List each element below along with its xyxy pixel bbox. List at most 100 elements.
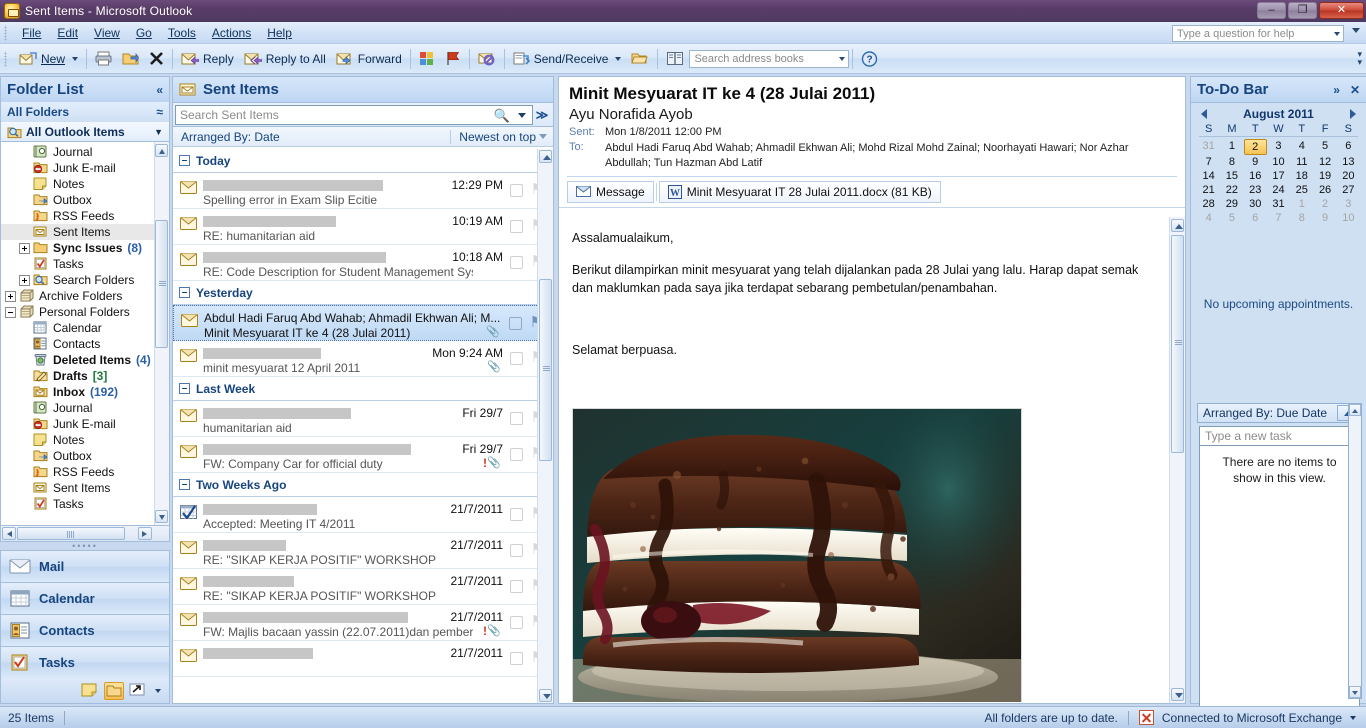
send-receive-caret-icon[interactable]: [615, 56, 622, 61]
calendar-day[interactable]: 6: [1244, 211, 1267, 225]
calendar-day[interactable]: 31: [1197, 139, 1220, 155]
calendar-day[interactable]: 8: [1290, 211, 1313, 225]
prev-month-arrow-icon[interactable]: [1201, 109, 1207, 119]
reminder-checkbox[interactable]: [510, 448, 523, 461]
calendar-day[interactable]: 28: [1197, 197, 1220, 211]
message-group-header[interactable]: Today: [173, 149, 553, 173]
new-dropdown-caret-icon[interactable]: [72, 56, 79, 61]
close-x-icon[interactable]: ✕: [1350, 83, 1360, 97]
message-list-item[interactable]: 12:29 PM Spelling error in Exam Slip Ecit…: [173, 173, 553, 209]
calendar-day[interactable]: 14: [1197, 169, 1220, 183]
next-month-arrow-icon[interactable]: [1350, 109, 1356, 119]
scroll-down-arrow-icon[interactable]: [1349, 686, 1361, 698]
folder-item-inbox[interactable]: Inbox (192): [1, 384, 169, 400]
message-list-item[interactable]: 10:19 AMRE: humanitarian aid⚑: [173, 209, 553, 245]
print-button[interactable]: [90, 47, 117, 71]
chevron-down-icon[interactable]: [518, 112, 526, 118]
attachment-chip[interactable]: W Minit Mesyuarat IT 28 Julai 2011.docx …: [658, 180, 941, 203]
message-list-scrollbar[interactable]: [537, 149, 553, 703]
message-group-header[interactable]: Last Week: [173, 377, 553, 401]
notes-small-icon[interactable]: [80, 682, 100, 700]
folder-item-tasks[interactable]: Tasks: [1, 496, 169, 512]
calendar-day[interactable]: 27: [1337, 183, 1360, 197]
message-list-item[interactable]: 10:18 AM RE: Code Description for Student…: [173, 245, 553, 281]
hscroll-thumb[interactable]: [17, 527, 125, 540]
calendar-day[interactable]: 4: [1290, 139, 1313, 155]
shortcuts-small-icon[interactable]: [128, 682, 148, 700]
module-button-mail[interactable]: Mail: [0, 550, 170, 582]
calendar-day[interactable]: 12: [1313, 155, 1336, 169]
scroll-up-arrow-icon[interactable]: [155, 144, 168, 157]
reminder-checkbox[interactable]: [510, 352, 523, 365]
reading-pane-scrollbar[interactable]: [1169, 217, 1185, 703]
sort-order-label[interactable]: Newest on top: [459, 130, 536, 144]
message-group-header[interactable]: Two Weeks Ago: [173, 473, 553, 497]
reminder-checkbox[interactable]: [510, 616, 523, 629]
folder-item-search-folders[interactable]: Search Folders: [1, 272, 169, 288]
scroll-down-arrow-icon[interactable]: [539, 689, 552, 702]
all-folders-section-header[interactable]: All Folders ≈: [0, 102, 170, 122]
folder-item-archive-folders[interactable]: Archive Folders: [1, 288, 169, 304]
new-task-input[interactable]: Type a new task: [1199, 426, 1360, 446]
calendar-day[interactable]: 22: [1220, 183, 1243, 197]
calendar-day[interactable]: 29: [1220, 197, 1243, 211]
connection-caret-icon[interactable]: [1350, 715, 1356, 720]
message-list-scroll-thumb[interactable]: [539, 279, 552, 461]
tab-message[interactable]: Message: [567, 180, 654, 203]
menu-item-help[interactable]: Help: [259, 24, 300, 42]
folder-item-notes[interactable]: Notes: [1, 176, 169, 192]
menu-item-tools[interactable]: Tools: [160, 24, 204, 42]
calendar-day[interactable]: 5: [1313, 139, 1336, 155]
folder-tree-scroll-thumb[interactable]: [155, 220, 168, 348]
calendar-day[interactable]: 18: [1290, 169, 1313, 183]
calendar-day[interactable]: 7: [1197, 155, 1220, 169]
folder-item-drafts[interactable]: Drafts [3]: [1, 368, 169, 384]
calendar-day[interactable]: 21: [1197, 183, 1220, 197]
scope-caret-icon[interactable]: ▼: [154, 127, 163, 137]
module-button-calendar[interactable]: Calendar: [0, 582, 170, 614]
message-list-item[interactable]: Abdul Hadi Faruq Abd Wahab; Ahmadil Ekhw…: [173, 305, 553, 341]
toolbar-gripper-icon[interactable]: [3, 50, 12, 67]
calendar-day[interactable]: 30: [1244, 197, 1267, 211]
open-folder-button[interactable]: [626, 47, 654, 71]
menu-gripper-icon[interactable]: [3, 24, 12, 41]
message-list-item[interactable]: Fri 29/7 FW: Company Car for official dut…: [173, 437, 553, 473]
scope-selector[interactable]: All Outlook Items ▼: [0, 122, 170, 142]
scroll-up-arrow-icon[interactable]: [1171, 219, 1184, 232]
calendar-day[interactable]: 17: [1267, 169, 1290, 183]
chevron-down-icon[interactable]: [839, 56, 846, 61]
menu-item-actions[interactable]: Actions: [204, 24, 259, 42]
message-list-item[interactable]: 21/7/2011 FW: Majlis bacaan yassin (22.07…: [173, 605, 553, 641]
calendar-day[interactable]: 1: [1290, 197, 1313, 211]
reminder-checkbox[interactable]: [510, 508, 523, 521]
calendar-day[interactable]: 3: [1267, 139, 1290, 155]
calendar-day[interactable]: 15: [1220, 169, 1243, 183]
menu-item-edit[interactable]: Edit: [49, 24, 86, 42]
folder-item-tasks[interactable]: Tasks: [1, 256, 169, 272]
double-chevron-down-icon[interactable]: ≫: [533, 108, 551, 122]
folder-item-rss-feeds[interactable]: RSS Feeds: [1, 464, 169, 480]
reminder-checkbox[interactable]: [510, 256, 523, 269]
message-list-item[interactable]: 21/7/2011 RE: "SIKAP KERJA POSITIF" WORKS…: [173, 533, 553, 569]
folder-item-journal[interactable]: Journal: [1, 144, 169, 160]
follow-up-flag-button[interactable]: [440, 47, 466, 71]
calendar-day[interactable]: 8: [1220, 155, 1243, 169]
search-input[interactable]: Search Sent Items 🔍: [175, 104, 533, 125]
folder-item-sync-issues[interactable]: Sync Issues (8): [1, 240, 169, 256]
configure-buttons-caret-icon[interactable]: [155, 688, 161, 693]
calendar-day[interactable]: 3: [1337, 197, 1360, 211]
scroll-up-arrow-icon[interactable]: [1349, 404, 1361, 416]
scroll-left-arrow-icon[interactable]: [2, 527, 16, 540]
reminder-checkbox[interactable]: [510, 184, 523, 197]
expand-plus-icon[interactable]: [5, 290, 16, 302]
folder-item-junk-e-mail[interactable]: Junk E-mail: [1, 416, 169, 432]
message-group-header[interactable]: Yesterday: [173, 281, 553, 305]
calendar-day[interactable]: 2: [1313, 197, 1336, 211]
reading-pane-scroll-thumb[interactable]: [1171, 235, 1184, 453]
message-list-item[interactable]: Mon 9:24 AM minit mesyuarat 12 April 2011…: [173, 341, 553, 377]
folder-item-outbox[interactable]: Outbox: [1, 448, 169, 464]
message-list-item[interactable]: 21/7/2011⚑: [173, 641, 553, 677]
chevron-down-icon[interactable]: [1334, 32, 1340, 36]
module-button-contacts[interactable]: Contacts: [0, 614, 170, 646]
reminder-checkbox[interactable]: [510, 544, 523, 557]
